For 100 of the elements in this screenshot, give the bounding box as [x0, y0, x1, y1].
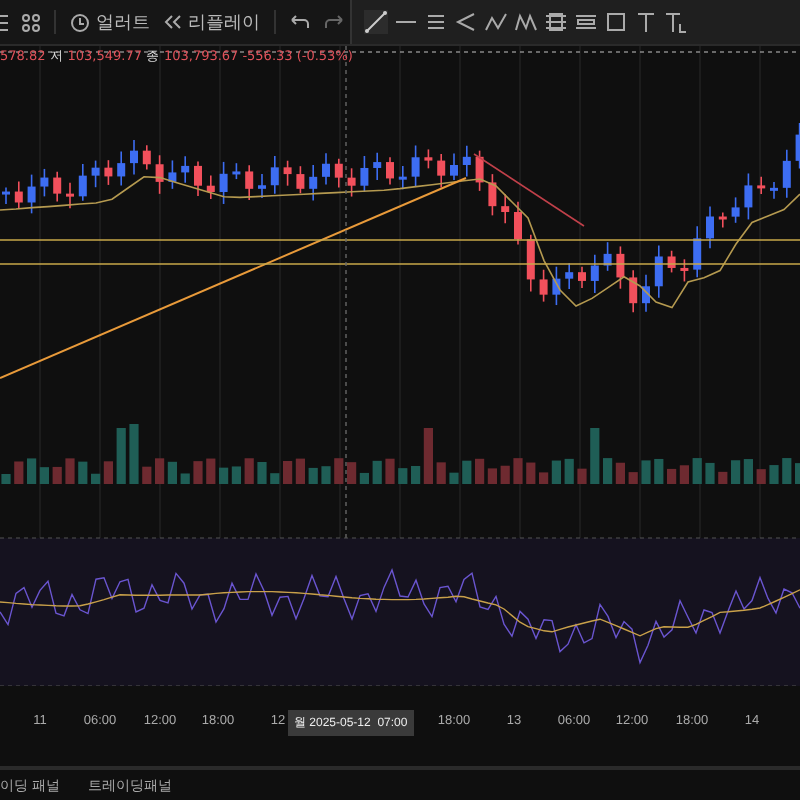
- candlestick: [2, 186, 10, 205]
- zigzag-icon[interactable]: [484, 10, 508, 34]
- candlestick: [424, 148, 433, 170]
- volume-bar: [577, 468, 587, 484]
- volume-bar: [129, 424, 139, 484]
- volume-bar: [436, 462, 446, 484]
- candlestick: [398, 165, 407, 191]
- candlestick: [552, 265, 561, 306]
- candlestick: [155, 154, 164, 195]
- volume-bar: [142, 466, 152, 484]
- candlestick: [181, 155, 190, 184]
- candlestick: [450, 152, 458, 181]
- clock-icon: [70, 12, 90, 32]
- candlestick: [322, 152, 330, 186]
- candlestick: [693, 225, 702, 279]
- candlestick: [411, 144, 420, 188]
- wave-pattern-icon[interactable]: [514, 10, 538, 34]
- candlestick: [296, 165, 305, 195]
- grid-icon[interactable]: [22, 13, 40, 31]
- volume-bar: [449, 472, 459, 484]
- volume-bar: [526, 462, 536, 484]
- candlestick: [488, 173, 497, 217]
- candlestick: [219, 161, 228, 205]
- rewind-icon: [164, 14, 182, 30]
- candlestick: [437, 153, 446, 189]
- volume-bar: [462, 460, 472, 484]
- candlestick: [283, 159, 292, 187]
- undo-icon[interactable]: [290, 14, 310, 30]
- volume-bar: [641, 460, 651, 484]
- fibonacci-icon[interactable]: [544, 10, 568, 34]
- volume-bar: [756, 469, 766, 484]
- volume-bar: [769, 465, 779, 484]
- candlestick: [706, 205, 714, 249]
- volume-bar: [116, 428, 126, 484]
- line-tool-icon[interactable]: [364, 10, 388, 34]
- candlestick: [232, 162, 241, 180]
- angle-tool-icon[interactable]: [454, 10, 478, 34]
- volume-bar: [52, 466, 62, 484]
- candlestick: [578, 266, 586, 289]
- candlestick: [718, 211, 727, 229]
- candlestick: [782, 149, 791, 199]
- candlestick: [539, 268, 548, 303]
- candlestick: [194, 160, 202, 197]
- candlestick: [770, 181, 778, 200]
- candlestick: [590, 253, 599, 294]
- trend-line[interactable]: [473, 153, 585, 227]
- volume-bar: [513, 458, 523, 484]
- candlestick: [270, 155, 279, 195]
- replay-button[interactable]: 리플레이: [164, 9, 260, 35]
- volume-bar: [65, 458, 75, 484]
- volume-bar: [78, 461, 88, 484]
- candlestick: [334, 158, 343, 189]
- volume-bar: [1, 474, 11, 484]
- candlestick: [206, 174, 215, 200]
- candlestick: [360, 155, 369, 193]
- candlestick: [258, 173, 266, 199]
- volume-bar: [782, 458, 792, 484]
- volume-bar: [372, 460, 382, 484]
- alert-button[interactable]: 얼러트: [70, 9, 150, 35]
- volume-bar: [590, 428, 600, 484]
- candlestick: [66, 181, 74, 209]
- redo-icon[interactable]: [324, 14, 344, 30]
- candlestick: [91, 159, 100, 188]
- volume-bar: [244, 458, 254, 484]
- parallel-lines-icon[interactable]: [424, 10, 448, 34]
- candlestick: [130, 139, 138, 176]
- volume-bar: [718, 471, 728, 484]
- volume-bar: [257, 462, 267, 484]
- volume-bar: [500, 465, 510, 484]
- candlestick: [27, 173, 36, 215]
- candlestick: [78, 163, 87, 202]
- candlestick: [757, 176, 766, 195]
- text-tool-icon[interactable]: [634, 10, 658, 34]
- volume-bar: [705, 462, 715, 484]
- candlestick: [14, 180, 23, 210]
- candlestick: [680, 258, 689, 283]
- candlestick: [616, 245, 625, 290]
- volume-bar: [692, 458, 702, 484]
- candlestick: [501, 193, 510, 225]
- candlestick: [53, 171, 62, 203]
- volume-bar: [193, 461, 203, 484]
- candlestick: [667, 249, 676, 274]
- trend-line[interactable]: [0, 177, 467, 379]
- rectangle-tool-icon[interactable]: [604, 10, 628, 34]
- volume-bar: [14, 461, 24, 484]
- retracement-icon[interactable]: [574, 10, 598, 34]
- volume-bar: [321, 466, 331, 484]
- candlestick: [642, 273, 650, 313]
- candlestick: [526, 234, 535, 293]
- candlestick: [744, 172, 753, 221]
- volume-bar: [206, 458, 216, 484]
- volume-bar: [564, 458, 574, 484]
- candlestick: [565, 262, 574, 290]
- candlestick: [104, 159, 113, 186]
- text-note-icon[interactable]: [664, 10, 688, 34]
- candlestick: [654, 244, 663, 299]
- candlestick: [168, 159, 177, 190]
- candlestick: [142, 144, 151, 171]
- candlestick: [514, 201, 522, 246]
- volume-bar: [180, 473, 190, 484]
